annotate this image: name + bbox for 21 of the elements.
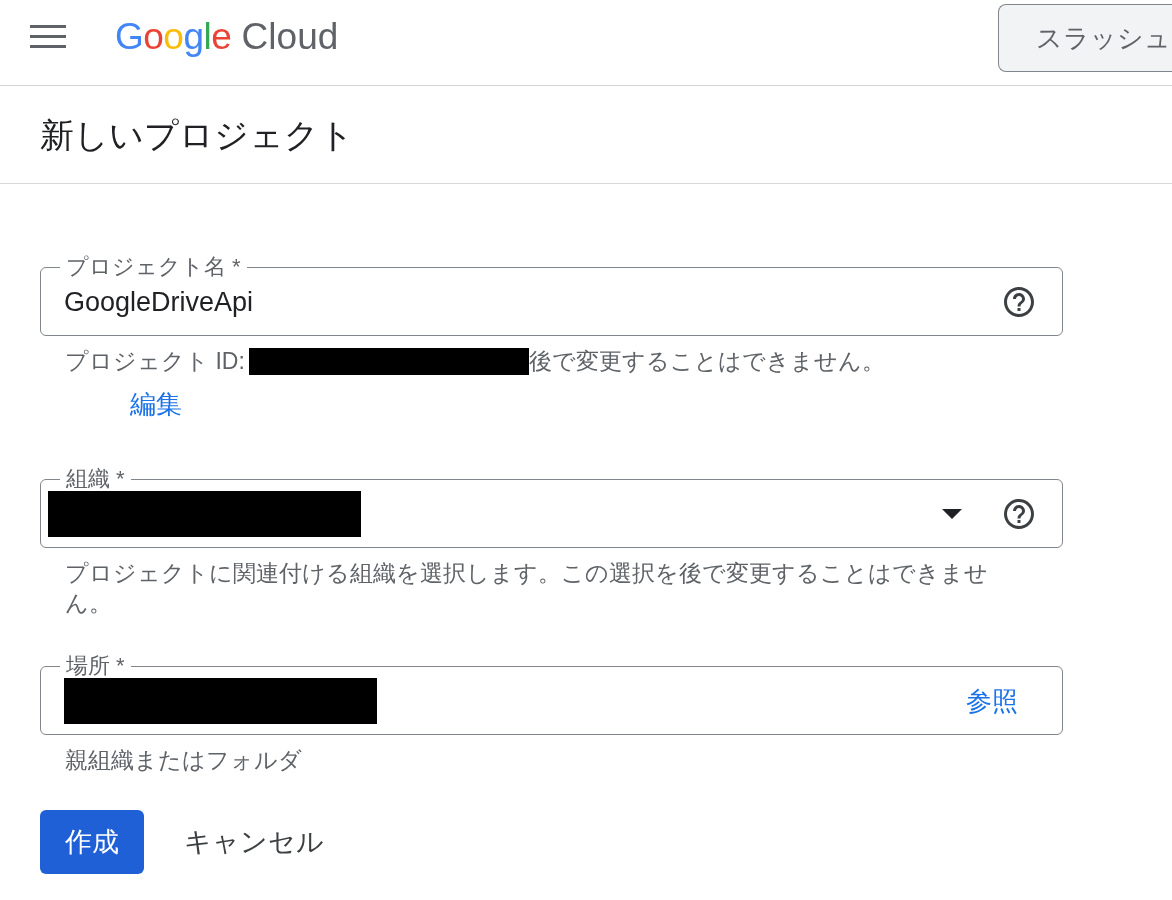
help-icon[interactable] bbox=[1004, 499, 1034, 529]
browse-link[interactable]: 参照 bbox=[966, 683, 1018, 719]
field-label: 場所 * bbox=[65, 654, 126, 678]
helper-text: 親組織またはフォルダ bbox=[64, 746, 302, 775]
help-icon[interactable] bbox=[1004, 287, 1034, 317]
logo[interactable]: Google Cloud bbox=[115, 14, 339, 59]
create-button[interactable]: 作成 bbox=[40, 810, 144, 874]
page-title: 新しいプロジェクト bbox=[40, 114, 354, 156]
cancel-button[interactable]: キャンセル bbox=[176, 810, 332, 874]
edit-link[interactable]: 編集 bbox=[130, 389, 182, 419]
helper-text: プロジェクトに関連付ける組織を選択します。この選択を後で変更することはできません。 bbox=[64, 559, 989, 618]
field-label: 組織 * bbox=[65, 467, 126, 491]
search-button[interactable]: スラッシュ bbox=[998, 4, 1172, 72]
project-id-label: プロジェクト ID: bbox=[65, 347, 245, 375]
menu-icon[interactable] bbox=[30, 25, 66, 48]
input-field[interactable]: 場所 * 参照 bbox=[40, 654, 1063, 735]
dropdown-field[interactable]: 組織 * bbox=[40, 467, 1063, 548]
caret-icon[interactable] bbox=[942, 509, 962, 519]
project-id-note: 後で変更することはできません。 bbox=[528, 347, 885, 375]
input-field[interactable]: プロジェクト名 * GoogleDriveApi bbox=[40, 255, 1063, 336]
field-label: プロジェクト名 * bbox=[65, 255, 242, 279]
